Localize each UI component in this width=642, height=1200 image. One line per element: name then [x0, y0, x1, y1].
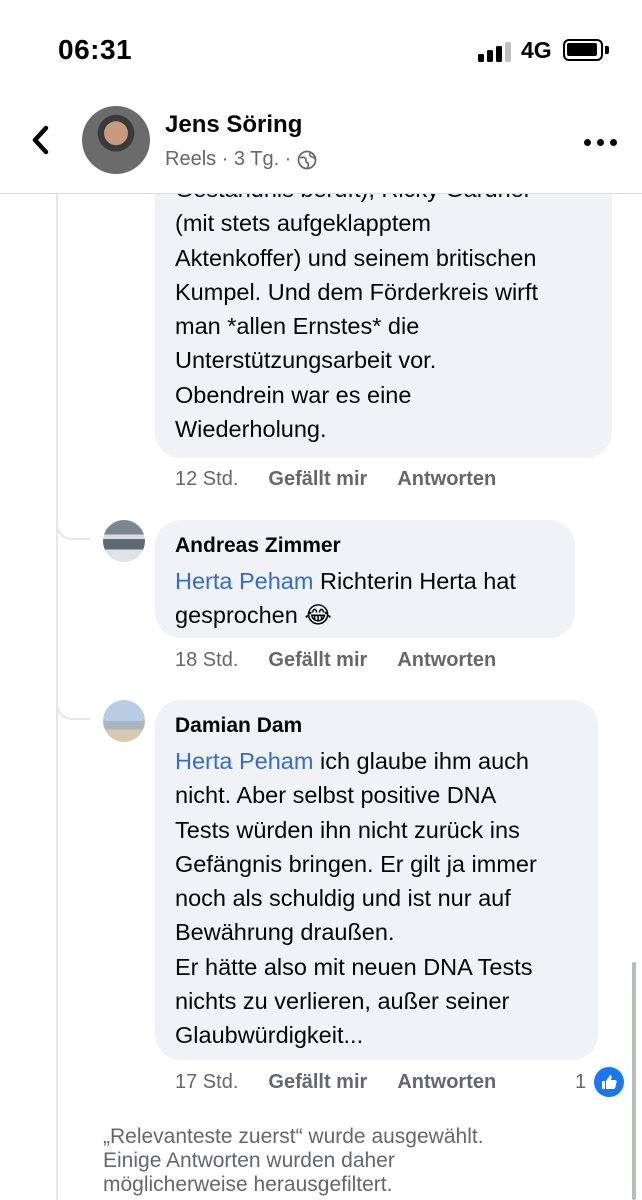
- comment-time: 12 Std.: [175, 468, 239, 490]
- comment-actions-1: 12 Std. Gefällt mir Antworten: [175, 468, 496, 491]
- notice-line: möglicherweise herausgefiltert.: [103, 1173, 393, 1196]
- comment-line: Kumpel. Und dem Förderkreis wirft: [175, 278, 539, 305]
- thread-branch: [56, 518, 90, 540]
- notice-line: „Relevanteste zuerst“ wurde ausgewählt.: [103, 1125, 484, 1148]
- comment-line: Obendrein war es eine: [175, 381, 412, 408]
- reply-link[interactable]: Antworten: [397, 468, 496, 491]
- author-avatar[interactable]: [82, 106, 150, 174]
- comment-line: nichts zu verlieren, außer seiner: [175, 988, 510, 1015]
- comment-bubble-1[interactable]: Geständnis beruft), Ricky Gardner (mit s…: [155, 150, 612, 458]
- globe-icon: [297, 150, 317, 169]
- scrollbar[interactable]: [632, 962, 636, 1200]
- battery-tip: [605, 46, 609, 54]
- comment-line: nicht. Aber selbst positive DNA: [175, 782, 497, 809]
- comment-text: ich glaube ihm auch: [313, 748, 530, 774]
- status-bar: 06:31 4G: [0, 0, 642, 100]
- post-meta-text: Reels · 3 Tg. ·: [165, 148, 292, 170]
- comment-line: (mit stets aufgeklapptem: [175, 210, 431, 237]
- reply-link[interactable]: Antworten: [397, 649, 496, 672]
- comment-time: 17 Std.: [175, 1071, 239, 1093]
- like-count: 1: [575, 1070, 587, 1093]
- more-dot-icon: [597, 139, 604, 146]
- comment-line: Gefängnis bringen. Er gilt ja immer: [175, 850, 537, 877]
- comment-bubble-2[interactable]: Andreas Zimmer Herta Peham Richterin Her…: [155, 520, 575, 638]
- more-dot-icon: [610, 139, 617, 146]
- mention-link[interactable]: Herta Peham: [175, 748, 313, 774]
- battery-icon: [563, 39, 603, 61]
- commenter-avatar[interactable]: [103, 700, 145, 742]
- comment-author[interactable]: Andreas Zimmer: [175, 534, 555, 558]
- like-link[interactable]: Gefällt mir: [268, 468, 367, 491]
- commenter-avatar[interactable]: [103, 520, 145, 562]
- thumbs-up-icon: [594, 1067, 625, 1097]
- comment-line: Tests würden ihn nicht zurück ins: [175, 816, 520, 843]
- comment-line: man *allen Ernstes* die: [175, 313, 420, 340]
- thread-line: [56, 194, 58, 1200]
- post-meta: Reels · 3 Tg. ·: [165, 148, 317, 171]
- comment-author[interactable]: Damian Dam: [175, 714, 578, 738]
- more-options-button[interactable]: [584, 136, 618, 148]
- comment-line: Aktenkoffer) und seinem britischen: [175, 244, 537, 271]
- comment-line: Bewährung draußen.: [175, 919, 395, 946]
- thread-branch: [56, 698, 90, 720]
- chevron-left-icon: [32, 125, 49, 155]
- like-link[interactable]: Gefällt mir: [268, 649, 367, 672]
- reply-link[interactable]: Antworten: [397, 1071, 496, 1094]
- like-link[interactable]: Gefällt mir: [268, 1071, 367, 1094]
- comment-time: 18 Std.: [175, 649, 239, 671]
- author-name[interactable]: Jens Söring: [165, 111, 302, 139]
- comment-line: Herta Peham ich glaube ihm auch: [175, 744, 578, 778]
- reaction-count[interactable]: 1: [575, 1067, 625, 1097]
- comment-line: Er hätte also mit neuen DNA Tests: [175, 953, 533, 980]
- comment-line: Wiederholung.: [175, 416, 327, 443]
- comment-line: Glaubwürdigkeit...: [175, 1022, 364, 1049]
- comment-actions-3: 17 Std. Gefällt mir Antworten: [175, 1071, 496, 1094]
- signal-strength-icon: [478, 40, 514, 62]
- network-label: 4G: [521, 37, 552, 63]
- comment-line: noch als schuldig und ist nur auf: [175, 885, 511, 912]
- post-header: Jens Söring Reels · 3 Tg. ·: [0, 100, 642, 194]
- comment-line: Herta Peham Richterin Herta hat: [175, 564, 555, 598]
- comment-actions-2: 18 Std. Gefällt mir Antworten: [175, 649, 496, 672]
- filter-notice: „Relevanteste zuerst“ wurde ausgewählt. …: [103, 1125, 603, 1197]
- comment-line: gesprochen 😂: [175, 602, 332, 629]
- back-button[interactable]: [26, 120, 56, 160]
- comment-bubble-3[interactable]: Damian Dam Herta Peham ich glaube ihm au…: [155, 700, 598, 1060]
- more-dot-icon: [584, 139, 591, 146]
- comment-text: Richterin Herta hat: [313, 568, 516, 594]
- status-time: 06:31: [58, 34, 133, 65]
- notice-line: Einige Antworten wurden daher: [103, 1149, 395, 1172]
- mention-link[interactable]: Herta Peham: [175, 568, 313, 594]
- comment-line: Unterstützungsarbeit vor.: [175, 347, 437, 374]
